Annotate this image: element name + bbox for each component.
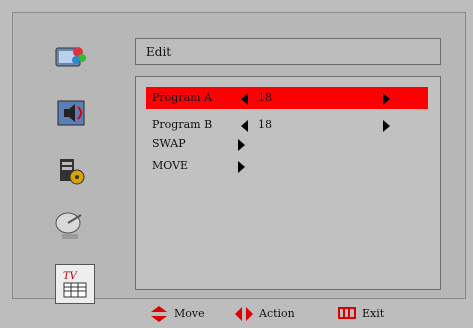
- swap-label: SWAP: [152, 137, 186, 150]
- tv-guide-icon[interactable]: TV: [55, 264, 95, 304]
- program-a-value: 18: [258, 91, 272, 104]
- left-arrow-icon[interactable]: [241, 93, 248, 105]
- footer-hint-bar: Move Action Exit: [0, 300, 473, 328]
- menu-icon-column: TV: [40, 0, 110, 304]
- menu-exit-icon: [338, 307, 356, 319]
- program-a-row[interactable]: Program A 18: [146, 87, 428, 109]
- right-arrow-icon[interactable]: [383, 120, 390, 132]
- right-arrow-icon[interactable]: [383, 93, 390, 105]
- sound-settings-icon[interactable]: [52, 95, 90, 131]
- osd-screen: TV Edit Program A 18 Program B 18 SWAP M…: [0, 0, 473, 328]
- action-hint-label: Action: [259, 307, 295, 320]
- channel-settings-icon[interactable]: [52, 153, 90, 189]
- right-arrow-icon[interactable]: [238, 139, 245, 151]
- swap-row[interactable]: SWAP: [146, 133, 428, 155]
- move-hint-label: Move: [174, 307, 205, 320]
- left-right-arrow-icon: [235, 307, 253, 321]
- page-title: Edit: [135, 38, 441, 65]
- move-label: MOVE: [152, 159, 189, 172]
- svg-text:TV: TV: [63, 271, 79, 282]
- left-arrow-icon[interactable]: [241, 120, 248, 132]
- move-row[interactable]: MOVE: [146, 155, 428, 177]
- up-down-arrow-icon: [151, 306, 167, 322]
- right-arrow-icon[interactable]: [238, 161, 245, 173]
- program-a-label: Program A: [152, 91, 213, 104]
- picture-settings-icon[interactable]: [52, 38, 90, 74]
- exit-hint-label: Exit: [362, 307, 385, 320]
- satellite-dish-icon[interactable]: [52, 207, 90, 243]
- edit-list: Program A 18 Program B 18 SWAP MOVE: [135, 76, 441, 290]
